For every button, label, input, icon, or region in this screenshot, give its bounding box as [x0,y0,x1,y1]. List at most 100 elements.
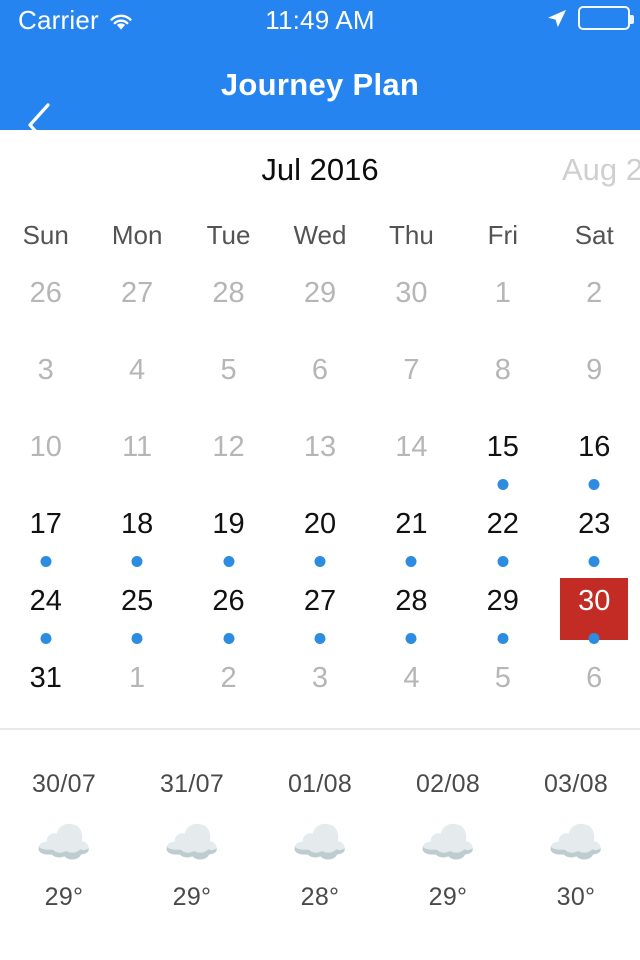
next-month-label[interactable]: Aug 2016 [562,130,640,210]
calendar-day-cell[interactable]: 29 [457,570,548,647]
event-dot-indicator [405,633,417,644]
calendar-week-row: 10 11 12 13 14 15 16 [0,416,640,493]
calendar-day-cell: 6 [274,339,365,416]
weather-day-item[interactable]: 30/07 ☁️ 29° [0,730,128,960]
calendar-day-number: 4 [403,662,420,694]
calendar-day-cell: 2 [183,647,274,724]
calendar-day-cell: 7 [366,339,457,416]
calendar-day-cell[interactable]: 16 [549,416,640,493]
event-dot-indicator [314,556,326,567]
cloud-icon: ☁️ [291,816,349,868]
calendar-day-selected[interactable]: 30 [549,570,640,647]
calendar-week-row: 31 1 2 3 4 5 6 [0,647,640,724]
event-dot-indicator [40,633,52,644]
weather-date-label: 02/08 [415,770,481,798]
calendar-day-number: 25 [120,585,154,617]
cloud-icon: ☁️ [163,816,221,868]
calendar-day-cell[interactable]: 20 [274,493,365,570]
calendar-day-number: 5 [494,662,511,694]
calendar-day-number: 28 [212,277,245,309]
calendar-grid[interactable]: 26 27 28 29 30 1 2 3 4 5 6 7 8 9 10 11 12 13 14 15 16 17 18 19 2… [0,262,640,724]
calendar-day-cell[interactable]: 31 [0,647,91,724]
calendar-day-number: 1 [494,277,511,309]
current-month-label: Jul 2016 [261,152,379,187]
calendar-day-number: 22 [486,508,519,540]
weekday-label-sun: Sun [22,220,69,250]
event-dot-indicator [40,556,52,567]
event-dot-indicator [588,633,600,644]
calendar-day-number: 30 [395,277,428,309]
calendar-day-number: 17 [29,508,62,540]
weekday-label-wed: Wed [293,220,347,250]
calendar-day-cell[interactable]: 17 [0,493,91,570]
calendar-day-cell: 1 [91,647,182,724]
event-dot-indicator [497,556,509,567]
weekday-label-sat: Sat [574,220,614,250]
calendar-day-cell[interactable]: 21 [366,493,457,570]
weather-day-item[interactable]: 01/08 ☁️ 28° [256,730,384,960]
calendar-day-cell: 5 [457,647,548,724]
calendar-day-cell[interactable]: 15 [457,416,548,493]
calendar-day-cell: 10 [0,416,91,493]
event-dot-indicator [223,633,235,644]
calendar-day-number: 2 [220,662,237,694]
status-bar-clock: 11:49 AM [265,5,375,35]
calendar-day-number: 3 [311,662,329,694]
calendar-day-cell[interactable]: 19 [183,493,274,570]
calendar-week-row: 3 4 5 6 7 8 9 [0,339,640,416]
page-title: Journey Plan [220,67,420,102]
calendar-day-cell: 27 [91,262,182,339]
weather-temperature-label: 29° [428,883,468,911]
calendar-day-number: 13 [303,431,337,463]
calendar-day-number: 20 [303,508,337,540]
weather-day-item[interactable]: 31/07 ☁️ 29° [128,730,256,960]
calendar-day-cell: 5 [183,339,274,416]
calendar-day-number: 21 [395,508,428,540]
calendar-day-cell: 1 [457,262,548,339]
calendar-day-number: 15 [486,431,519,463]
weekday-label-thu: Thu [388,220,434,250]
weather-temperature-label: 28° [300,883,340,911]
calendar-day-number: 7 [403,354,420,386]
calendar-day-cell: 11 [91,416,182,493]
journey-plan-screen: Carrier 11:49 AM Journey Plan Jul 2016 A… [0,0,640,960]
calendar-day-number: 14 [395,431,428,463]
calendar-day-cell[interactable]: 25 [91,570,182,647]
calendar-day-cell: 29 [274,262,365,339]
calendar-day-cell[interactable]: 22 [457,493,548,570]
calendar-day-number: 27 [303,585,337,617]
month-header[interactable]: Jul 2016 Aug 2016 [0,130,640,210]
calendar-day-number: 9 [586,354,603,386]
weekday-label-mon: Mon [111,220,163,250]
calendar-day-number: 10 [29,431,62,463]
calendar-day-number: 31 [29,662,62,694]
weather-date-label: 01/08 [287,770,353,798]
calendar-week-row: 26 27 28 29 30 1 2 [0,262,640,339]
event-dot-indicator [588,556,600,567]
calendar-day-cell: 3 [274,647,365,724]
calendar-day-cell: 28 [183,262,274,339]
calendar-day-cell[interactable]: 24 [0,570,91,647]
navigation-bar: Journey Plan [0,40,640,147]
calendar-day-number: 16 [578,431,611,463]
battery-full-icon [578,6,634,30]
calendar-day-number: 11 [122,431,153,463]
event-dot-indicator [131,633,143,644]
calendar-day-cell: 6 [549,647,640,724]
location-arrow-icon [545,7,568,30]
calendar-day-number: 23 [578,508,611,540]
calendar-day-cell[interactable]: 28 [366,570,457,647]
weather-day-item[interactable]: 03/08 ☁️ 30° [512,730,640,960]
calendar-day-number: 3 [37,354,54,386]
calendar-day-cell[interactable]: 23 [549,493,640,570]
calendar-day-cell: 4 [91,339,182,416]
calendar-week-row: 24 25 26 27 28 29 30 [0,570,640,647]
weather-date-label: 31/07 [159,770,225,798]
calendar-day-cell[interactable]: 27 [274,570,365,647]
calendar-day-number: 12 [212,431,245,463]
calendar-day-number: 4 [129,354,146,386]
weather-day-item[interactable]: 02/08 ☁️ 29° [384,730,512,960]
calendar-day-cell[interactable]: 26 [183,570,274,647]
calendar-day-number: 18 [120,508,154,540]
calendar-day-cell[interactable]: 18 [91,493,182,570]
